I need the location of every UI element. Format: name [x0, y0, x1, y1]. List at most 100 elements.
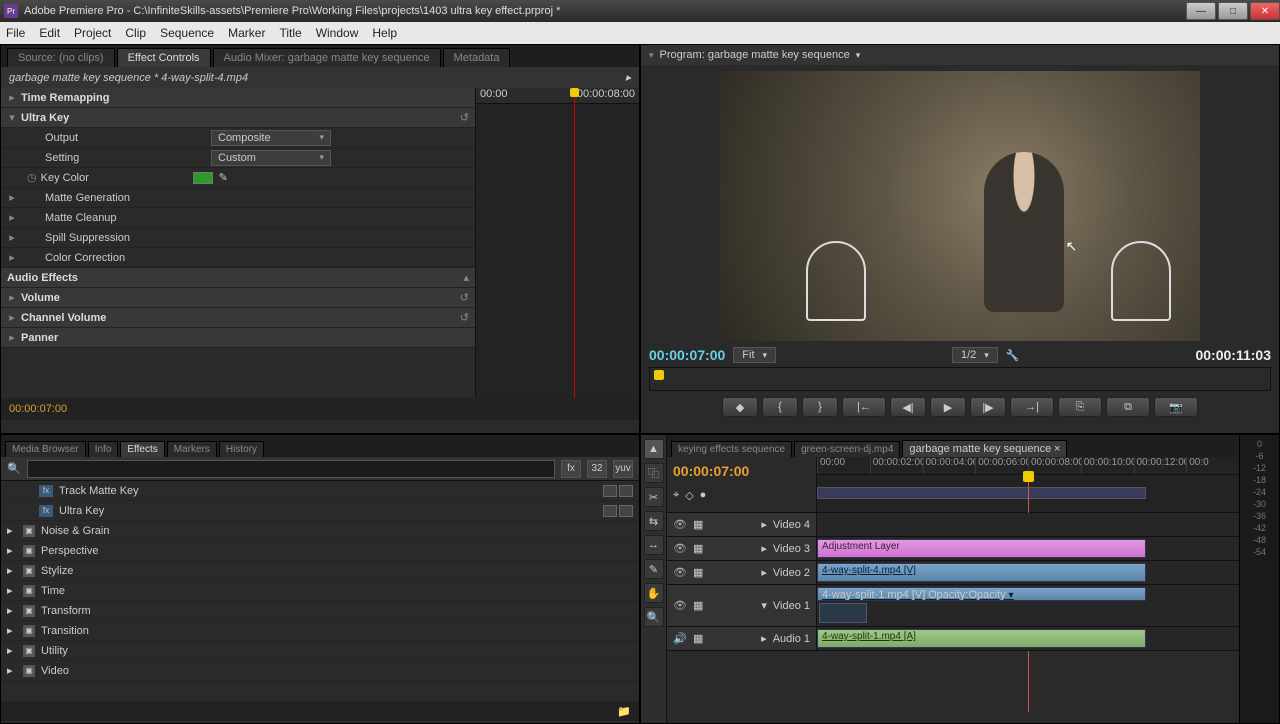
- tab-effects[interactable]: Effects: [120, 441, 164, 457]
- section-ultra-key[interactable]: Ultra Key: [17, 112, 187, 124]
- param-spill-suppression[interactable]: Spill Suppression: [41, 232, 211, 244]
- section-audio-effects[interactable]: Audio Effects: [7, 272, 177, 284]
- setting-dropdown[interactable]: Custom: [211, 150, 331, 166]
- twirl-icon[interactable]: ▸: [7, 644, 17, 657]
- add-marker-button[interactable]: ◆: [722, 397, 758, 417]
- snap-icon[interactable]: ⌖: [673, 489, 679, 502]
- section-time-remapping[interactable]: Time Remapping: [17, 92, 187, 104]
- effect-item[interactable]: ▸▣Utility: [1, 641, 639, 661]
- close-tab-icon[interactable]: ×: [1054, 443, 1060, 455]
- tab-source[interactable]: Source: (no clips): [7, 48, 115, 67]
- menu-clip[interactable]: Clip: [125, 26, 146, 40]
- track-v3-label[interactable]: Video 3: [773, 543, 810, 555]
- clip-v2[interactable]: 4-way-split-4.mp4 [V]: [817, 563, 1146, 582]
- effect-item[interactable]: fxTrack Matte Key: [1, 481, 639, 501]
- twirl-icon[interactable]: ▸: [761, 542, 767, 555]
- reset-icon[interactable]: ↺: [460, 311, 469, 324]
- param-matte-generation[interactable]: Matte Generation: [41, 192, 211, 204]
- effect-mini-timeline[interactable]: 00:0000:00:08:00: [476, 88, 639, 398]
- effect-item[interactable]: ▸▣Transform: [1, 601, 639, 621]
- extract-button[interactable]: ⧉: [1106, 397, 1150, 417]
- menu-sequence[interactable]: Sequence: [160, 26, 214, 40]
- effect-item[interactable]: ▸▣Time: [1, 581, 639, 601]
- effects-search-input[interactable]: [27, 460, 555, 478]
- section-volume[interactable]: Volume: [17, 292, 187, 304]
- mini-playhead[interactable]: [574, 88, 575, 398]
- program-timecode-current[interactable]: 00:00:07:00: [649, 347, 725, 363]
- track-v1-label[interactable]: Video 1: [773, 600, 810, 612]
- effect-item[interactable]: ▸▣Video: [1, 661, 639, 681]
- timeline-ruler[interactable]: 00:0000:00:02:0000:00:04:0000:00:06:0000…: [817, 457, 1239, 512]
- program-scrubber[interactable]: [649, 367, 1271, 391]
- twirl-icon[interactable]: ▸: [7, 584, 17, 597]
- twirl-icon[interactable]: ▸: [7, 311, 17, 324]
- eye-icon[interactable]: 👁: [673, 566, 687, 580]
- menu-help[interactable]: Help: [372, 26, 397, 40]
- reset-icon[interactable]: ↺: [460, 111, 469, 124]
- effect-item[interactable]: ▸▣Transition: [1, 621, 639, 641]
- tab-sequence-1[interactable]: green-screen-dj.mp4: [794, 441, 900, 457]
- eye-icon[interactable]: 👁: [673, 542, 687, 556]
- lock-icon[interactable]: ▦: [693, 599, 703, 612]
- timeline-tool[interactable]: ✋: [644, 583, 664, 603]
- track-v4-label[interactable]: Video 4: [773, 519, 810, 531]
- mark-out-button[interactable]: }: [802, 397, 838, 417]
- twirl-icon[interactable]: ▸: [7, 231, 17, 244]
- effect-item[interactable]: fxUltra Key: [1, 501, 639, 521]
- 32bit-filter-button[interactable]: 32: [587, 460, 607, 478]
- twirl-icon[interactable]: ▸: [761, 566, 767, 579]
- go-to-out-button[interactable]: →|: [1010, 397, 1054, 417]
- export-frame-button[interactable]: 📷: [1154, 397, 1198, 417]
- twirl-icon[interactable]: ▸: [7, 191, 17, 204]
- twirl-icon[interactable]: ▸: [7, 91, 17, 104]
- tab-audio-mixer[interactable]: Audio Mixer: garbage matte key sequence: [213, 48, 441, 67]
- twirl-icon[interactable]: ▸: [7, 664, 17, 677]
- section-channel-volume[interactable]: Channel Volume: [17, 312, 187, 324]
- tab-sequence-0[interactable]: keying effects sequence: [671, 441, 792, 457]
- twirl-icon[interactable]: ▸: [7, 331, 17, 344]
- clip-a1[interactable]: 4-way-split-1.mp4 [A]: [817, 629, 1146, 648]
- twirl-icon[interactable]: ▸: [7, 251, 17, 264]
- step-forward-button[interactable]: |▶: [970, 397, 1006, 417]
- marker-icon[interactable]: [654, 370, 664, 380]
- eyedropper-icon[interactable]: ✎: [219, 171, 228, 184]
- effect-item[interactable]: ▸▣Stylize: [1, 561, 639, 581]
- play-button[interactable]: ▶: [930, 397, 966, 417]
- minimize-button[interactable]: —: [1186, 2, 1216, 20]
- lift-button[interactable]: ⎘: [1058, 397, 1102, 417]
- work-area-bar[interactable]: [817, 487, 1146, 499]
- param-matte-cleanup[interactable]: Matte Cleanup: [41, 212, 211, 224]
- collapse-icon[interactable]: ▴: [463, 271, 469, 284]
- marker-add-icon[interactable]: ●: [700, 489, 707, 502]
- linked-selection-icon[interactable]: ◇: [685, 489, 693, 502]
- twirl-icon[interactable]: ▸: [7, 604, 17, 617]
- tab-metadata[interactable]: Metadata: [443, 48, 511, 67]
- speaker-icon[interactable]: 🔊: [673, 632, 687, 646]
- tab-history[interactable]: History: [219, 441, 264, 457]
- lock-icon[interactable]: ▦: [693, 518, 703, 531]
- go-to-in-button[interactable]: |←: [842, 397, 886, 417]
- close-button[interactable]: ✕: [1250, 2, 1280, 20]
- tab-info[interactable]: Info: [88, 441, 119, 457]
- maximize-button[interactable]: □: [1218, 2, 1248, 20]
- menu-marker[interactable]: Marker: [228, 26, 265, 40]
- clip-adjustment[interactable]: Adjustment Layer: [817, 539, 1146, 558]
- tab-media-browser[interactable]: Media Browser: [5, 441, 86, 457]
- menu-window[interactable]: Window: [316, 26, 359, 40]
- effect-item[interactable]: ▸▣Perspective: [1, 541, 639, 561]
- tab-markers[interactable]: Markers: [167, 441, 217, 457]
- wrench-icon[interactable]: 🔧: [1006, 349, 1020, 362]
- section-panner[interactable]: Panner: [17, 332, 187, 344]
- timeline-tool[interactable]: 🔍: [644, 607, 664, 627]
- effect-footer-timecode[interactable]: 00:00:07:00: [9, 403, 67, 415]
- step-back-button[interactable]: ◀|: [890, 397, 926, 417]
- twirl-icon[interactable]: ▸: [761, 632, 767, 645]
- twirl-icon[interactable]: ▸: [7, 564, 17, 577]
- timeline-tool[interactable]: ▲: [644, 439, 664, 459]
- timeline-tool[interactable]: ✂: [644, 487, 664, 507]
- key-color-swatch[interactable]: [193, 172, 213, 184]
- stopwatch-icon[interactable]: ◷: [27, 171, 37, 184]
- tab-effect-controls[interactable]: Effect Controls: [117, 48, 211, 67]
- tab-sequence-2[interactable]: garbage matte key sequence ×: [902, 440, 1067, 457]
- twirl-icon[interactable]: ▸: [7, 211, 17, 224]
